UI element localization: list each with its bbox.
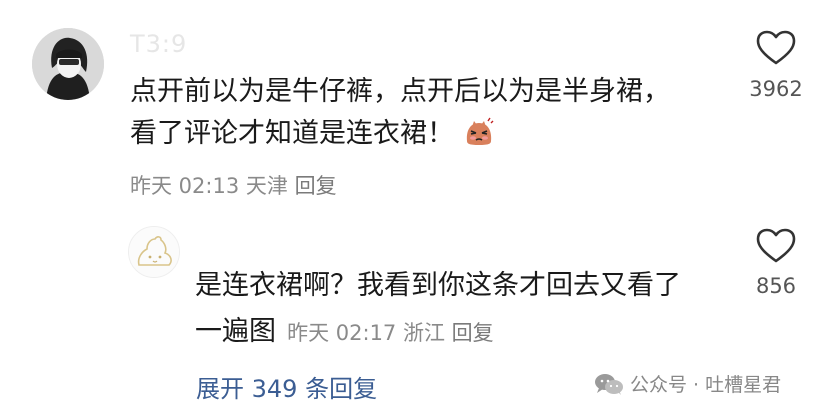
reply-time: 昨天 02:17	[287, 321, 397, 345]
comment-text-line-1: 点开前以为是牛仔裤，点开后以为是半身裙，	[130, 76, 670, 107]
avatar-image	[129, 227, 179, 277]
flushed-cat-emoji-icon	[464, 117, 494, 147]
expand-replies-link[interactable]: 展开 349 条回复	[196, 369, 377, 404]
comment-thread: T3:9 点开前以为是牛仔裤，点开后以为是半身裙， 看了评论才知道是连衣裙！ 昨…	[0, 0, 827, 413]
like-count: 3962	[749, 77, 803, 101]
avatar-image	[32, 28, 104, 100]
reply-avatar[interactable]	[128, 226, 180, 278]
comment-meta: 昨天 02:13 天津 回复	[130, 170, 337, 200]
reply-text-line-1: 是连衣裙啊？我看到你这条才回去又看了	[195, 270, 681, 301]
heart-icon	[756, 30, 796, 65]
reply-text-line-2: 一遍图	[195, 316, 276, 347]
watermark: 公众号 · 吐槽星君	[594, 370, 781, 397]
reply-line-2: 一遍图 昨天 02:17 浙江 回复	[195, 312, 494, 352]
reply-location: 浙江	[402, 321, 445, 345]
heart-icon	[756, 228, 796, 263]
wechat-icon	[595, 373, 623, 395]
reply-like-button[interactable]	[756, 228, 796, 268]
comment-location: 天津	[245, 174, 288, 198]
reply-reply-button[interactable]: 回复	[452, 321, 494, 345]
reply-meta: 昨天 02:17 浙江 回复	[287, 321, 494, 345]
watermark-text: 公众号 · 吐槽星君	[630, 374, 782, 396]
reply-like-count: 856	[755, 274, 797, 298]
comment-text-line-2-content: 看了评论才知道是连衣裙！	[130, 118, 454, 149]
reply-button[interactable]: 回复	[295, 174, 337, 198]
username[interactable]: T3:9	[130, 30, 187, 58]
comment-text-line-2: 看了评论才知道是连衣裙！	[130, 114, 494, 154]
avatar[interactable]	[32, 28, 104, 100]
comment-time: 昨天 02:13	[130, 174, 240, 198]
like-button[interactable]	[756, 30, 796, 70]
